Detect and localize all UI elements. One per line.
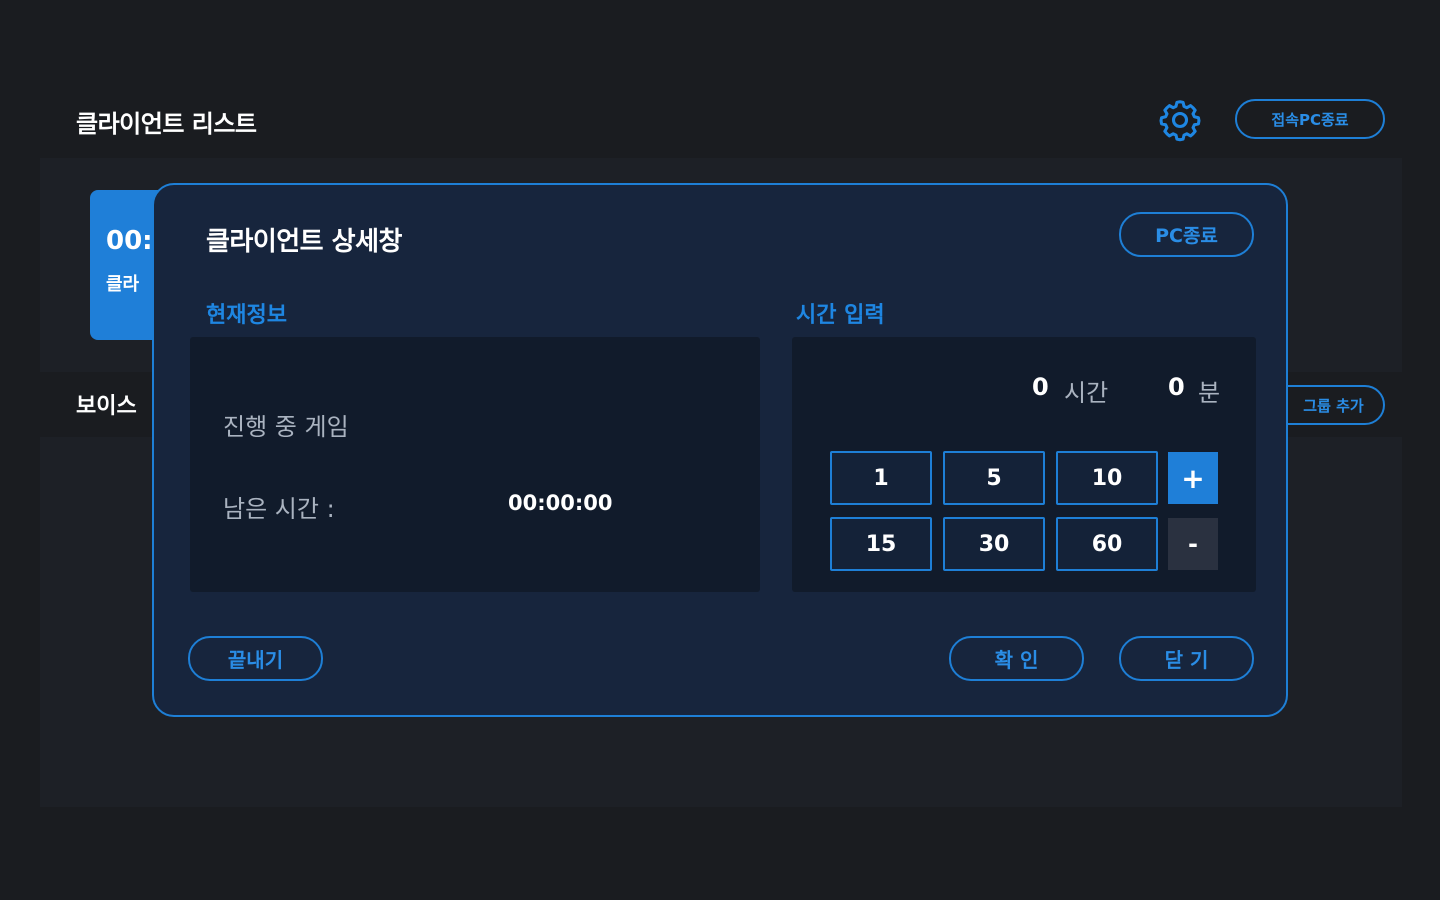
finish-button[interactable]: 끝내기 [188,636,323,681]
current-game-label: 진행 중 게임 [223,413,349,441]
confirm-button[interactable]: 확 인 [949,636,1084,681]
minutes-value: 0 [1168,373,1185,401]
remaining-time-label: 남은 시간 : [223,495,335,523]
client-detail-modal: 클라이언트 상세창 PC종료 현재정보 시간 입력 진행 중 게임 남은 시간 … [152,183,1288,717]
time-input-box: 0 시간 0 분 1 5 10 15 30 60 + - [792,337,1256,592]
modal-title: 클라이언트 상세창 [206,227,402,257]
time-button-5[interactable]: 5 [943,451,1045,505]
settings-button[interactable] [1156,96,1204,144]
voice-section-title: 보이스 [76,394,137,419]
pc-off-button[interactable]: PC종료 [1119,212,1254,257]
gear-icon [1159,100,1201,142]
close-button[interactable]: 닫 기 [1119,636,1254,681]
shutdown-all-pc-button[interactable]: 접속PC종료 [1235,99,1385,139]
hours-unit: 시간 [1064,379,1109,407]
time-button-60[interactable]: 60 [1056,517,1158,571]
time-button-30[interactable]: 30 [943,517,1045,571]
time-button-15[interactable]: 15 [830,517,932,571]
current-info-label: 현재정보 [206,303,287,328]
time-input-label: 시간 입력 [796,303,885,328]
minus-button[interactable]: - [1168,518,1218,570]
time-button-10[interactable]: 10 [1056,451,1158,505]
hours-value: 0 [1032,373,1049,401]
minutes-unit: 분 [1198,379,1221,407]
current-info-box: 진행 중 게임 남은 시간 : 00:00:00 [190,337,760,592]
time-button-1[interactable]: 1 [830,451,932,505]
remaining-time-value: 00:00:00 [508,491,613,515]
plus-button[interactable]: + [1168,452,1218,504]
page-title: 클라이언트 리스트 [76,110,257,138]
